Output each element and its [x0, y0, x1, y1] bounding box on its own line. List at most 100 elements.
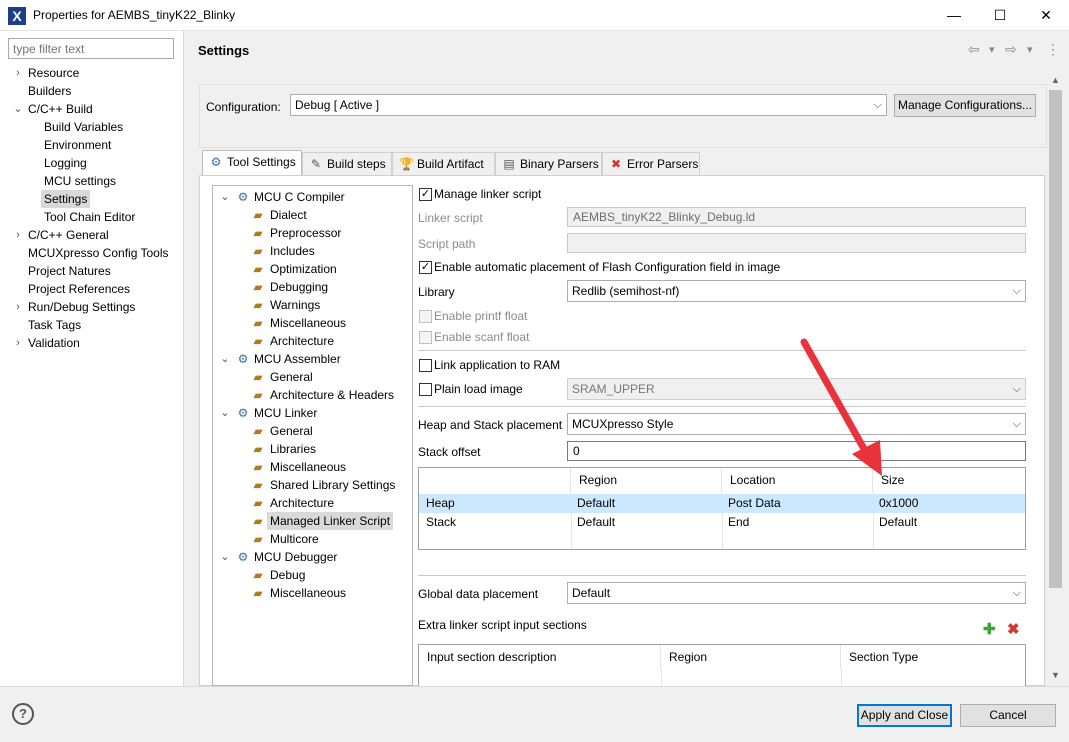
expand-chevron-icon[interactable]: ⌄	[13, 100, 23, 118]
tree-item[interactable]: Optimization	[267, 260, 340, 278]
tree-item[interactable]: Preprocessor	[267, 224, 344, 242]
table-row-stack[interactable]: Stack Default End Default	[419, 513, 1025, 532]
tree-item[interactable]: Managed Linker Script	[267, 512, 394, 530]
nav-item[interactable]: C/C++ Build	[25, 100, 96, 118]
tree-item[interactable]: Architecture	[267, 494, 337, 512]
tree-item[interactable]: General	[267, 368, 316, 386]
tab-build-steps[interactable]: ✎ Build steps	[302, 152, 392, 175]
tree-item[interactable]: Shared Library Settings	[267, 476, 398, 494]
nav-item[interactable]: Validation	[25, 334, 83, 352]
tree-item[interactable]: Includes	[267, 242, 318, 260]
nav-item[interactable]: Build Variables	[41, 118, 126, 136]
link-ram-label: Link application to RAM	[434, 358, 561, 372]
add-icon[interactable]: ✚	[983, 620, 996, 638]
nav-item[interactable]: Project Natures	[25, 262, 114, 280]
tree-item[interactable]: MCU Debugger	[251, 548, 340, 566]
tree-item[interactable]: Miscellaneous	[267, 458, 349, 476]
global-data-select[interactable]: Default ⌵	[567, 582, 1026, 604]
expand-chevron-icon[interactable]: ⌄	[220, 350, 230, 368]
filter-input[interactable]	[8, 38, 174, 59]
configuration-select[interactable]: Debug [ Active ] ⌵	[290, 94, 887, 116]
apply-and-close-button[interactable]: Apply and Close	[857, 704, 952, 727]
option-category-icon: ▰	[253, 586, 263, 600]
table-cell: Default	[577, 515, 616, 529]
nav-item[interactable]: Tool Chain Editor	[41, 208, 138, 226]
maximize-button[interactable]: ☐	[977, 0, 1023, 31]
nav-item[interactable]: Project References	[25, 280, 133, 298]
tree-item[interactable]: Miscellaneous	[267, 584, 349, 602]
nav-item[interactable]: C/C++ General	[25, 226, 112, 244]
expand-chevron-icon[interactable]: ⌄	[220, 548, 230, 566]
expand-chevron-icon[interactable]: ⌄	[220, 188, 230, 206]
column-header-section-type[interactable]: Section Type	[841, 645, 1025, 670]
tab-error-parsers[interactable]: ✖ Error Parsers	[602, 152, 700, 175]
nav-item[interactable]: Builders	[25, 82, 74, 100]
tree-item[interactable]: Libraries	[267, 440, 319, 458]
back-icon[interactable]: ⇦	[968, 41, 980, 58]
nav-item[interactable]: Settings	[41, 190, 91, 208]
chevron-down-icon: ⌵	[873, 99, 882, 111]
scanf-float-checkbox[interactable]	[419, 331, 432, 344]
remove-icon[interactable]: ✖	[1007, 620, 1020, 638]
linker-script-field[interactable]: AEMBS_tinyK22_Blinky_Debug.ld	[567, 207, 1026, 227]
column-header-region[interactable]: Region	[661, 645, 841, 670]
nav-item[interactable]: MCUXpresso Config Tools	[25, 244, 172, 262]
expand-chevron-icon[interactable]: ⌄	[220, 404, 230, 422]
divider	[418, 350, 1026, 351]
tree-item[interactable]: MCU Linker	[251, 404, 320, 422]
tree-item[interactable]: MCU Assembler	[251, 350, 344, 368]
cancel-button[interactable]: Cancel	[960, 704, 1056, 727]
tree-item[interactable]: Architecture & Headers	[267, 386, 397, 404]
nav-item[interactable]: Resource	[25, 64, 82, 82]
option-category-icon: ▰	[253, 424, 263, 438]
tab-build-artifact[interactable]: 🏆 Build Artifact	[392, 152, 495, 175]
expand-chevron-icon[interactable]: ›	[13, 64, 23, 82]
nav-item[interactable]: Task Tags	[25, 316, 84, 334]
minimize-button[interactable]: —	[931, 0, 977, 31]
nav-item[interactable]: Logging	[41, 154, 90, 172]
scrollbar-thumb[interactable]	[1049, 90, 1062, 588]
tab-label: Tool Settings	[227, 155, 296, 169]
tree-item[interactable]: Multicore	[267, 530, 322, 548]
forward-icon[interactable]: ⇨	[1005, 41, 1017, 58]
nav-item[interactable]: Environment	[41, 136, 114, 154]
column-header-region[interactable]: Region	[571, 468, 722, 493]
tab-tool-settings[interactable]: ⚙ Tool Settings	[202, 150, 302, 176]
column-header-description[interactable]: Input section description	[419, 645, 661, 670]
auto-placement-checkbox[interactable]: ✓	[419, 261, 432, 274]
tab-icon: 🏆	[399, 157, 414, 171]
script-path-field[interactable]	[567, 233, 1026, 253]
library-select[interactable]: Redlib (semihost-nf) ⌵	[567, 280, 1026, 302]
help-icon[interactable]: ?	[12, 703, 34, 725]
view-menu-icon[interactable]: ⋮	[1046, 41, 1060, 58]
forward-dropdown-icon[interactable]: ▾	[1027, 43, 1033, 56]
tree-item[interactable]: Debugging	[267, 278, 331, 296]
tree-item[interactable]: Debug	[267, 566, 308, 584]
option-category-icon: ▰	[253, 262, 263, 276]
nav-item[interactable]: Run/Debug Settings	[25, 298, 138, 316]
scroll-up-icon[interactable]: ▲	[1047, 72, 1064, 89]
manage-linker-checkbox[interactable]: ✓	[419, 188, 432, 201]
global-data-value: Default	[572, 586, 611, 600]
tree-item[interactable]: Architecture	[267, 332, 337, 350]
expand-chevron-icon[interactable]: ›	[13, 298, 23, 316]
close-button[interactable]: ✕	[1023, 0, 1069, 31]
tree-item[interactable]: Warnings	[267, 296, 323, 314]
expand-chevron-icon[interactable]: ›	[13, 334, 23, 352]
option-category-icon: ▰	[253, 496, 263, 510]
link-ram-checkbox[interactable]	[419, 359, 432, 372]
tree-item[interactable]: Miscellaneous	[267, 314, 349, 332]
tab-binary-parsers[interactable]: ▤ Binary Parsers	[495, 152, 602, 175]
tree-item[interactable]: General	[267, 422, 316, 440]
manage-configurations-button[interactable]: Manage Configurations...	[894, 94, 1036, 117]
tree-item[interactable]: Dialect	[267, 206, 310, 224]
tree-item[interactable]: MCU C Compiler	[251, 188, 348, 206]
table-row-heap[interactable]: Heap Default Post Data 0x1000	[419, 494, 1025, 513]
plain-load-checkbox[interactable]	[419, 383, 432, 396]
printf-float-checkbox[interactable]	[419, 310, 432, 323]
column-header[interactable]	[419, 468, 571, 493]
expand-chevron-icon[interactable]: ›	[13, 226, 23, 244]
back-dropdown-icon[interactable]: ▾	[989, 43, 995, 56]
nav-item[interactable]: MCU settings	[41, 172, 119, 190]
scroll-down-icon[interactable]: ▼	[1047, 667, 1064, 684]
